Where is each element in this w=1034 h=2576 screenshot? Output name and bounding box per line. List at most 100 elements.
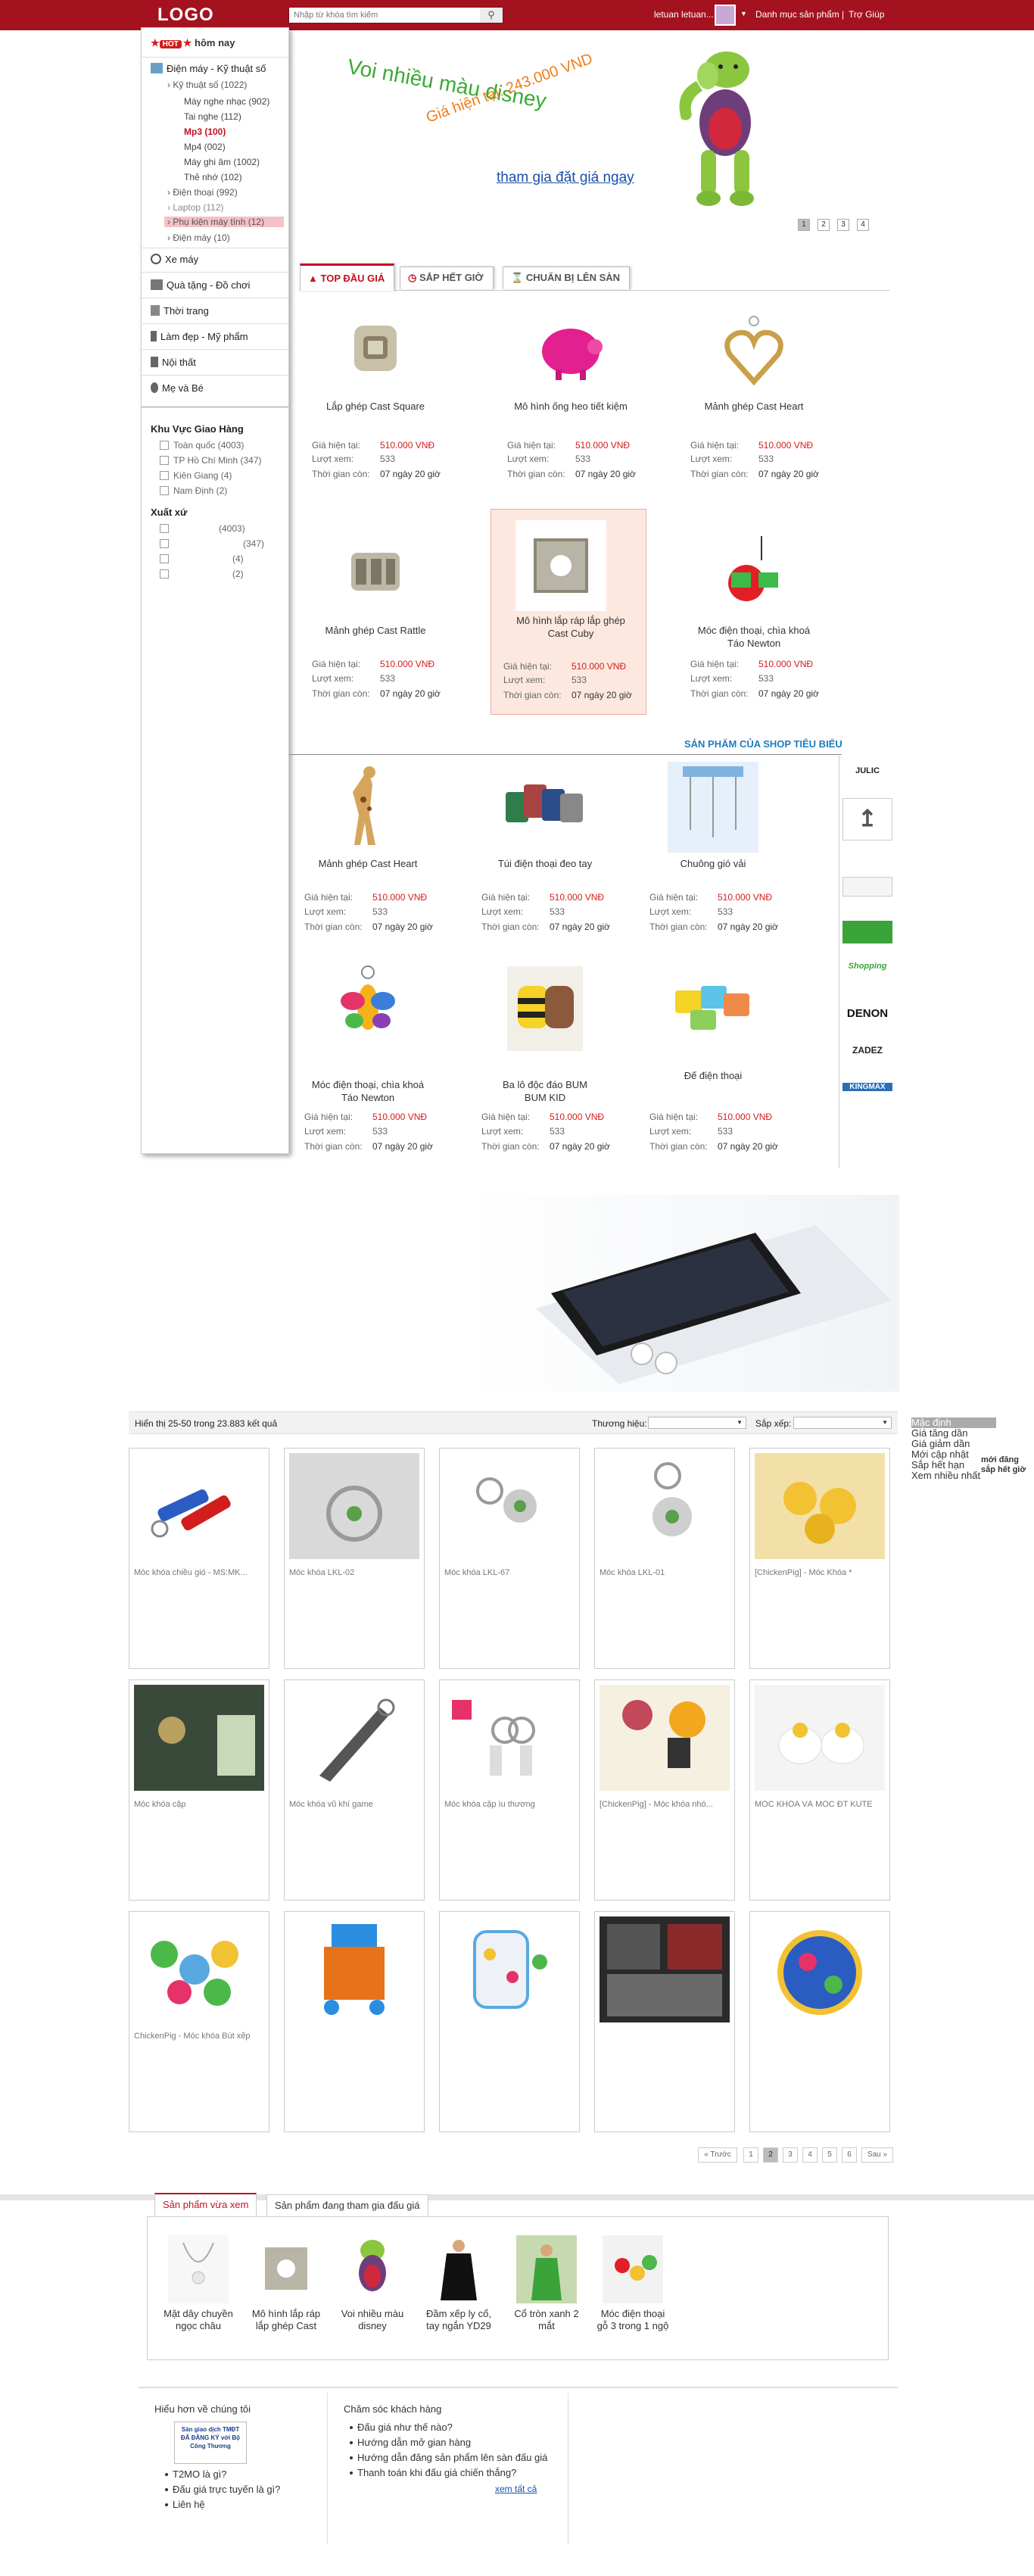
promo-banner[interactable] [468,1195,899,1392]
category-motorbike[interactable]: Xe máy [151,254,198,265]
delivery-filter[interactable]: Kiên Giang (4) [160,470,232,481]
product-card[interactable]: Lắp ghép Cast Square Giá hiện tại: 510.00… [300,301,451,513]
brand-select[interactable]: ▼ [648,1417,746,1429]
product-name[interactable]: Mô hình ống heo tiết kiệm [495,400,646,413]
category-electronics[interactable]: Điện máy - Kỹ thuật số [151,63,266,74]
product-name[interactable]: Đế điện thoại [637,1069,789,1082]
product-name[interactable]: Ba lô độc đáo BUM BUM KID [492,1078,598,1104]
grid-product[interactable]: MÓC KHÓA VÀ MÓC ĐT KUTE [749,1679,890,1901]
brand-logo[interactable]: ↥ [842,798,892,840]
product-name[interactable]: [ChickenPig] - Móc khóa nhó... [600,1800,731,1809]
checkbox[interactable] [160,441,169,450]
brand-logo[interactable]: Shopping [842,962,892,971]
recent-item-name[interactable]: Mô hình lắp ráp lắp ghép Cast [248,2308,324,2332]
product-name[interactable]: Móc điện thoại, chìa khoá Táo Newton [693,624,814,650]
checkbox[interactable] [160,524,169,533]
banner-page-3[interactable]: 3 [837,219,849,231]
brand-logo[interactable]: DENON [842,1007,892,1020]
delivery-filter[interactable]: Toàn quốc (4003) [160,440,244,451]
product-name[interactable]: Móc khóa cặp [134,1800,266,1809]
product-name[interactable]: Móc khóa chiều gió - MS:MK... [134,1568,266,1577]
pager-prev[interactable]: « Trước [698,2147,737,2163]
product-name[interactable]: ChickenPig - Móc khóa Bút xếp [134,2032,266,2041]
subcat-item[interactable]: Thẻ nhớ (102) [184,172,242,182]
brand-logo[interactable]: KINGMAX [842,1083,892,1091]
pager-page[interactable]: 3 [783,2147,798,2163]
origin-filter[interactable]: (347) [160,538,264,549]
product-card[interactable]: Chuông gió vải Giá hiện tại: 510.000 VNĐ … [637,754,789,966]
product-name[interactable]: [ChickenPig] - Móc Khóa * [755,1568,886,1577]
checkbox[interactable] [160,456,169,465]
product-card[interactable]: Đế điện thoại Giá hiện tại: 510.000 VNĐ L… [637,956,789,1168]
origin-filter[interactable]: (4003) [160,523,245,534]
category-beauty[interactable]: Làm đẹp - Mỹ phẩm [151,331,248,342]
subcategory-appliance[interactable]: › Điện máy (10) [167,232,230,243]
brand-logo[interactable] [842,877,892,897]
delivery-filter[interactable]: Nam Định (2) [160,485,227,496]
product-name[interactable]: Móc điện thoại, chìa khoá Táo Newton [307,1078,428,1104]
grid-product[interactable]: Móc khóa LKL-01 [594,1448,735,1669]
banner-toy-image[interactable] [666,47,765,221]
recent-item-name[interactable]: Mặt dây chuyền ngọc châu [160,2308,236,2332]
tab-recently-viewed[interactable]: Sản phẩm vừa xem [154,2193,257,2217]
pager-page[interactable]: 1 [743,2147,758,2163]
product-name[interactable]: Chuông gió vải [637,857,789,870]
pager-page-active[interactable]: 2 [763,2147,778,2163]
grid-product[interactable]: ChickenPig - Móc khóa Bút xếp [129,1911,269,2132]
product-name[interactable]: Mảnh ghép Cast Rattle [300,624,451,637]
grid-product[interactable] [594,1911,735,2132]
brand-logo[interactable]: JULIC [842,766,892,775]
footer-link[interactable]: T2MO là gì? [165,2468,227,2480]
brand-logo[interactable] [842,921,892,943]
subcat-item-active[interactable]: Mp3 (100) [184,126,226,137]
footer-link[interactable]: Liên hệ [165,2499,205,2510]
footer-link[interactable]: Đấu giá như thế nào? [350,2422,453,2433]
recent-item-name[interactable]: Móc điện thoại gỗ 3 trong 1 ngộ [595,2308,671,2332]
recent-item-name[interactable]: Cổ tròn xanh 2 mắt [509,2308,584,2332]
product-name[interactable]: Móc khóa vũ khí game [289,1800,421,1809]
product-name[interactable]: Lắp ghép Cast Square [300,400,451,413]
banner-page-4[interactable]: 4 [857,219,869,231]
banner-page-2[interactable]: 2 [818,219,830,231]
pager-page[interactable]: 4 [802,2147,818,2163]
see-all-link[interactable]: xem tất cả [495,2484,537,2494]
pager-page[interactable]: 6 [842,2147,857,2163]
footer-link[interactable]: Hướng dẫn mở gian hàng [350,2437,471,2448]
checkbox[interactable] [160,471,169,480]
subcat-item[interactable]: Máy nghe nhạc (902) [184,96,269,107]
tab-top-auction[interactable]: ▲ TOP ĐẦU GIÁ [300,264,395,291]
grid-product[interactable]: [ChickenPig] - Móc khóa nhó... [594,1679,735,1901]
origin-filter[interactable]: (4) [160,554,244,564]
product-name[interactable]: MÓC KHÓA VÀ MÓC ĐT KUTE [755,1800,886,1809]
recent-item-name[interactable]: Voi nhiều màu disney [335,2308,410,2332]
product-card[interactable]: Mảnh ghép Cast Rattle Giá hiện tại: 510.0… [300,522,451,734]
delivery-filter[interactable]: TP Hồ Chí Minh (347) [160,455,262,466]
user-name[interactable]: letuan letuan... [654,9,714,20]
nav-help[interactable]: Trợ Giúp [849,9,884,20]
origin-filter[interactable]: (2) [160,569,244,579]
grid-product[interactable]: Móc khóa LKL-02 [284,1448,425,1669]
search-button[interactable]: ⚲ [480,8,503,23]
product-name[interactable]: Móc khóa LKL-02 [289,1568,421,1577]
product-card[interactable]: Mô hình ống heo tiết kiệm Giá hiện tại: 5… [495,301,646,513]
footer-link[interactable]: Hướng dẫn đăng sản phẩm lên sàn đấu giá [350,2452,547,2463]
grid-product[interactable]: Móc khóa cặp ìu thương [439,1679,580,1901]
nav-categories[interactable]: Danh mục sản phẩm [755,9,839,20]
checkbox[interactable] [160,554,169,563]
checkbox[interactable] [160,539,169,548]
grid-product[interactable]: Móc khóa cặp [129,1679,269,1901]
product-card[interactable]: Mảnh ghép Cast Heart Giá hiện tại: 510.00… [292,754,444,966]
grid-product[interactable]: Móc khóa LKL-67 [439,1448,580,1669]
subcategory-digital[interactable]: › Kỹ thuật số (1022) [167,80,247,90]
subcat-item[interactable]: Máy ghi âm (1002) [184,157,260,167]
site-logo[interactable]: LOGO [157,5,214,26]
product-card[interactable]: Ba lô độc đáo BUM BUM KID Giá hiện tại: 5… [469,956,621,1168]
tab-upcoming[interactable]: ⌛ CHUẨN BỊ LÊN SÀN [503,267,631,289]
product-name[interactable]: Móc khóa cặp ìu thương [444,1800,576,1809]
product-name[interactable]: Mảnh ghép Cast Heart [292,857,444,870]
product-name[interactable]: Mô hình lắp ráp lắp ghép Cast Cuby [514,614,628,640]
product-name[interactable]: Móc khóa LKL-01 [600,1568,731,1577]
product-card[interactable]: Móc điện thoại, chìa khoá Táo Newton Giá… [678,522,830,734]
product-card[interactable]: Túi điện thoại đeo tay Giá hiện tại: 510.… [469,754,621,966]
category-fashion[interactable]: Thời trang [151,305,209,317]
